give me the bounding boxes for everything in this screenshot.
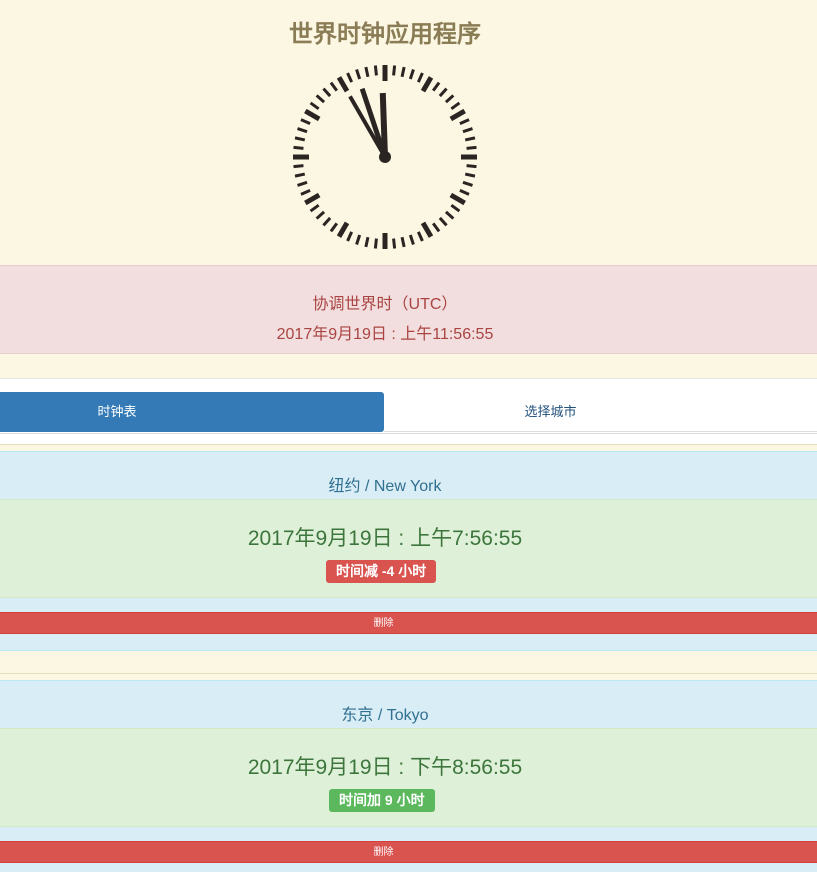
clock-minute-tick [294, 172, 306, 178]
clock-minute-tick [309, 203, 320, 213]
city-time: 2017年9月19日 : 上午7:56:55 [247, 527, 523, 550]
divider [0, 673, 817, 674]
clock-hour-tick [336, 221, 350, 238]
divider [0, 444, 817, 445]
clock-minute-tick [466, 145, 477, 150]
clock-minute-tick [300, 188, 311, 196]
tab-divider [0, 433, 817, 434]
clock-minute-tick [431, 81, 441, 92]
clock-minute-tick [293, 145, 304, 150]
clock-minute-tick [300, 118, 311, 126]
clock-hour-tick [449, 108, 466, 122]
delete-button[interactable]: 删除 [0, 612, 817, 634]
clock-minute-tick [450, 101, 461, 111]
clock-minute-tick [329, 222, 339, 233]
city-name: 纽约 / New York [328, 478, 442, 495]
utc-panel: 协调世界时（UTC） 2017年9月19日 : 上午11:56:55 [0, 265, 817, 354]
clock-minute-tick [438, 87, 448, 98]
clock-minute-tick [416, 72, 424, 83]
clock-minute-tick [355, 234, 362, 245]
clock-hour-tick [304, 192, 321, 206]
city-name: 东京 / Tokyo [341, 707, 429, 724]
clock-minute-tick [464, 172, 476, 178]
time-offset-badge: 时间减 -4 小时 [326, 560, 437, 583]
city-card-tokyo: 东京 / Tokyo 2017年9月19日 : 下午8:56:55 时间加 9 … [0, 680, 817, 872]
utc-time: 2017年9月19日 : 上午11:56:55 [276, 326, 494, 343]
app-title: 世界时钟应用程序 [289, 20, 481, 48]
clock-minute-tick [431, 222, 441, 233]
city-time-panel: 2017年9月19日 : 下午8:56:55 时间加 9 小时 [0, 728, 817, 827]
clock-minute-tick [408, 69, 415, 80]
clock-minute-tick [373, 238, 378, 249]
clock-minute-tick [392, 65, 397, 76]
clock-minute-tick [309, 101, 320, 111]
clock-face [293, 65, 477, 249]
clock-minute-tick [400, 66, 406, 78]
clock-hour-tick [420, 221, 434, 238]
clock-hour-tick [304, 108, 321, 122]
clock-minute-tick [346, 72, 354, 83]
clock-minute-tick [315, 94, 326, 104]
clock-minute-tick [322, 87, 332, 98]
clock-minute-tick [450, 203, 461, 213]
clock-minute-tick [459, 118, 470, 126]
city-card-new-york: 纽约 / New York 2017年9月19日 : 上午7:56:55 时间减… [0, 451, 817, 651]
analog-clock [290, 64, 480, 254]
clock-minute-tick [294, 136, 306, 142]
clock-minute-tick [364, 66, 370, 78]
clock-minute-tick [297, 180, 308, 187]
clock-minute-tick [464, 136, 476, 142]
clock-minute-tick [400, 236, 406, 248]
city-time-panel: 2017年9月19日 : 上午7:56:55 时间减 -4 小时 [0, 499, 817, 598]
clock-minute-tick [355, 69, 362, 80]
clock-minute-tick [462, 127, 473, 134]
clock-hour-tick [420, 76, 434, 93]
clock-hour-tick [336, 76, 350, 93]
clock-minute-tick [293, 164, 304, 169]
clock-minute-tick [444, 210, 455, 220]
tab-clock-list[interactable]: 时钟表 [0, 392, 384, 432]
time-offset-badge: 时间加 9 小时 [329, 789, 435, 812]
tab-select-city[interactable]: 选择城市 [384, 392, 817, 432]
clock-minute-tick [444, 94, 455, 104]
clock-minute-tick [346, 231, 354, 242]
clock-minute-tick [373, 65, 378, 76]
clock-minute-tick [459, 188, 470, 196]
clock-minute-tick [408, 234, 415, 245]
clock-minute-tick [329, 81, 339, 92]
clock-hour-tick [449, 192, 466, 206]
clock-minute-tick [438, 216, 448, 227]
clock-minute-tick [322, 216, 332, 227]
clock-center [379, 151, 391, 163]
clock-minute-tick [392, 238, 397, 249]
city-time: 2017年9月19日 : 下午8:56:55 [247, 756, 523, 779]
clock-minute-tick [364, 236, 370, 248]
clock-minute-tick [416, 231, 424, 242]
delete-button[interactable]: 删除 [0, 841, 817, 863]
clock-minute-tick [315, 210, 326, 220]
clock-minute-tick [297, 127, 308, 134]
tab-bar: 时钟表 选择城市 [0, 378, 817, 444]
clock-minute-tick [462, 180, 473, 187]
clock-minute-tick [466, 164, 477, 169]
utc-label: 协调世界时（UTC） [312, 296, 458, 313]
